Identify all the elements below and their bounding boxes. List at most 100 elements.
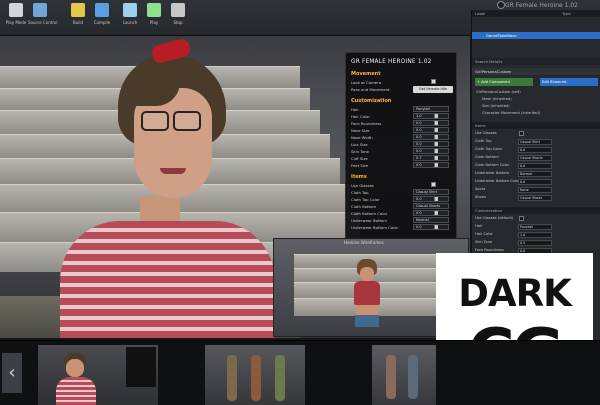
- feet-size-field[interactable]: 0.0: [413, 162, 449, 168]
- details-section-header[interactable]: Customization: [472, 207, 600, 214]
- cloth-bottom-color-field[interactable]: 0.0: [413, 210, 449, 216]
- character-shirt: [60, 221, 275, 338]
- mini-top: [354, 281, 380, 305]
- outliner-selected-row[interactable]: GameStateBase: [472, 32, 600, 39]
- actor-name-field[interactable]: GirlPersonaCustom: [472, 68, 600, 75]
- row-label: Lips Size: [351, 142, 368, 147]
- details-value-field[interactable]: 0.0: [518, 163, 552, 169]
- compile-button[interactable]: Compile: [90, 3, 114, 25]
- build-icon: [71, 3, 85, 17]
- details-row: Use Glasses (default): [475, 216, 599, 222]
- component-item[interactable]: GirlPersonaCustom (self): [476, 90, 600, 96]
- stop-button[interactable]: Stop: [166, 3, 190, 25]
- details-value-field[interactable]: Normal: [518, 171, 552, 177]
- cloth-top-field[interactable]: Casual Shirt: [413, 189, 449, 195]
- details-row: Cloth Bottom Casual Shorts: [475, 155, 599, 161]
- selected-item-label: GameStateBase: [486, 33, 517, 38]
- component-item[interactable]: Mesh (Inherited): [482, 97, 600, 103]
- toolbar-label: Compile: [93, 20, 111, 25]
- window-title: GR Female Heroine 1.02: [505, 2, 578, 9]
- customization-rows: Hair Ponytail Hair Color 1.0 Face Roundness 0…: [351, 106, 451, 169]
- compile-icon: [95, 3, 109, 17]
- launch-button[interactable]: Launch: [118, 3, 142, 25]
- cuff-size-field[interactable]: 0.7: [413, 155, 449, 161]
- details-row-label: Cloth Top: [475, 139, 492, 143]
- items-rows: Use Glasses Cloth Top Casual Shirt Cloth To…: [351, 182, 451, 231]
- unreal-logo-icon: [497, 1, 505, 9]
- details-row: Socks None: [475, 187, 599, 193]
- hair-color-field[interactable]: 1.0: [413, 113, 449, 119]
- details-row: Underwear Bottom Color 0.0: [475, 179, 599, 185]
- details-value-field[interactable]: Casual Shorts: [518, 155, 552, 161]
- mini-face: [360, 267, 374, 281]
- details-value-field[interactable]: 0.0: [518, 147, 552, 153]
- details-row-label: Cloth Bottom: [475, 155, 499, 159]
- details-checkbox[interactable]: [519, 131, 524, 136]
- details-value-field[interactable]: 0.5: [518, 240, 552, 246]
- watermark-dark: DARK: [458, 272, 572, 315]
- row-cuff-size: Cuff Size 0.7: [351, 155, 451, 162]
- nose-size-field[interactable]: 0.0: [413, 127, 449, 133]
- row-label: Skin Tone: [351, 149, 370, 154]
- play-settings-button[interactable]: Play Mode: [4, 3, 28, 25]
- details-value-field[interactable]: 1.0: [518, 232, 552, 238]
- glasses-left-lens: [141, 111, 169, 131]
- details-checkbox[interactable]: [519, 216, 524, 221]
- row-label: Use Glasses: [351, 183, 374, 188]
- lips-size-field[interactable]: 0.0: [413, 141, 449, 147]
- add-component-button[interactable]: + Add Component: [475, 78, 533, 86]
- row-label: Cloth Top Color: [351, 197, 380, 202]
- component-item[interactable]: Skel (Inherited): [482, 104, 600, 110]
- look-at-camera-checkbox[interactable]: [431, 79, 436, 84]
- details-row-label: Underwear Bottom: [475, 171, 510, 175]
- details-row: Hair Ponytail: [475, 224, 599, 230]
- details-value-field[interactable]: Ponytail: [518, 224, 552, 230]
- pose-button[interactable]: Get Female Idle: [413, 86, 453, 93]
- details-value-field[interactable]: Casual Shirt: [518, 139, 552, 145]
- source-control-button[interactable]: Source Control: [28, 3, 57, 25]
- row-label: Cloth Top: [351, 190, 369, 195]
- filmstrip-thumbnail[interactable]: [372, 345, 436, 405]
- mini-shorts: [355, 315, 379, 327]
- row-label: Hair Color: [351, 114, 370, 119]
- cloth-bottom-field[interactable]: Casual Shorts: [413, 203, 449, 209]
- build-button[interactable]: Build: [66, 3, 90, 25]
- edit-blueprint-button[interactable]: Edit Blueprint: [540, 78, 598, 86]
- underwear-bottom-color-field[interactable]: 0.0: [413, 224, 449, 230]
- details-value-field[interactable]: 0.0: [518, 179, 552, 185]
- details-row-label: Shoes: [475, 195, 486, 199]
- preview-title: Heroine Wireframes: [344, 240, 384, 245]
- row-lips-size: Lips Size 0.0: [351, 141, 451, 148]
- play-button[interactable]: Play: [142, 3, 166, 25]
- use-glasses-checkbox[interactable]: [431, 182, 436, 187]
- outliner-col-type: Type: [562, 11, 571, 16]
- filmstrip-thumbnail[interactable]: [38, 345, 158, 405]
- search-placeholder: Search Details: [475, 59, 503, 64]
- underwear-bottom-field[interactable]: Normal: [413, 217, 449, 223]
- thumb-figure: [386, 355, 396, 399]
- thumb-face: [66, 359, 84, 377]
- details-row: Use Glasses: [475, 131, 599, 137]
- hair-field[interactable]: Ponytail: [413, 106, 449, 112]
- cloth-top-color-field[interactable]: 0.0: [413, 196, 449, 202]
- character-heroine[interactable]: [0, 36, 300, 338]
- details-value-field[interactable]: None: [518, 187, 552, 193]
- details-row-label: Face Roundness: [475, 248, 504, 252]
- component-item[interactable]: Character Movement (Inherited): [482, 111, 600, 117]
- skin-tone-field[interactable]: 0.0: [413, 148, 449, 154]
- details-row: Underwear Bottom Normal: [475, 171, 599, 177]
- details-row: Cloth Top Color 0.0: [475, 147, 599, 153]
- nose-width-field[interactable]: 0.0: [413, 134, 449, 140]
- face-roundness-field[interactable]: 0.0: [413, 120, 449, 126]
- details-row: Skin Tone 0.5: [475, 240, 599, 246]
- row-label: Underwear Bottom Color: [351, 225, 399, 230]
- toolbar-label: Build: [72, 20, 84, 25]
- details-section-header[interactable]: Items: [472, 122, 600, 129]
- row-look-at-camera: Look at Camera: [351, 79, 451, 86]
- row-label: Nose Size: [351, 128, 370, 133]
- filmstrip-thumbnail[interactable]: [205, 345, 305, 405]
- filmstrip-prev-button[interactable]: ‹: [2, 353, 22, 393]
- source-control-icon: [33, 3, 47, 17]
- details-value-field[interactable]: Casual Shoes: [518, 195, 552, 201]
- details-search[interactable]: Search Details: [472, 58, 600, 65]
